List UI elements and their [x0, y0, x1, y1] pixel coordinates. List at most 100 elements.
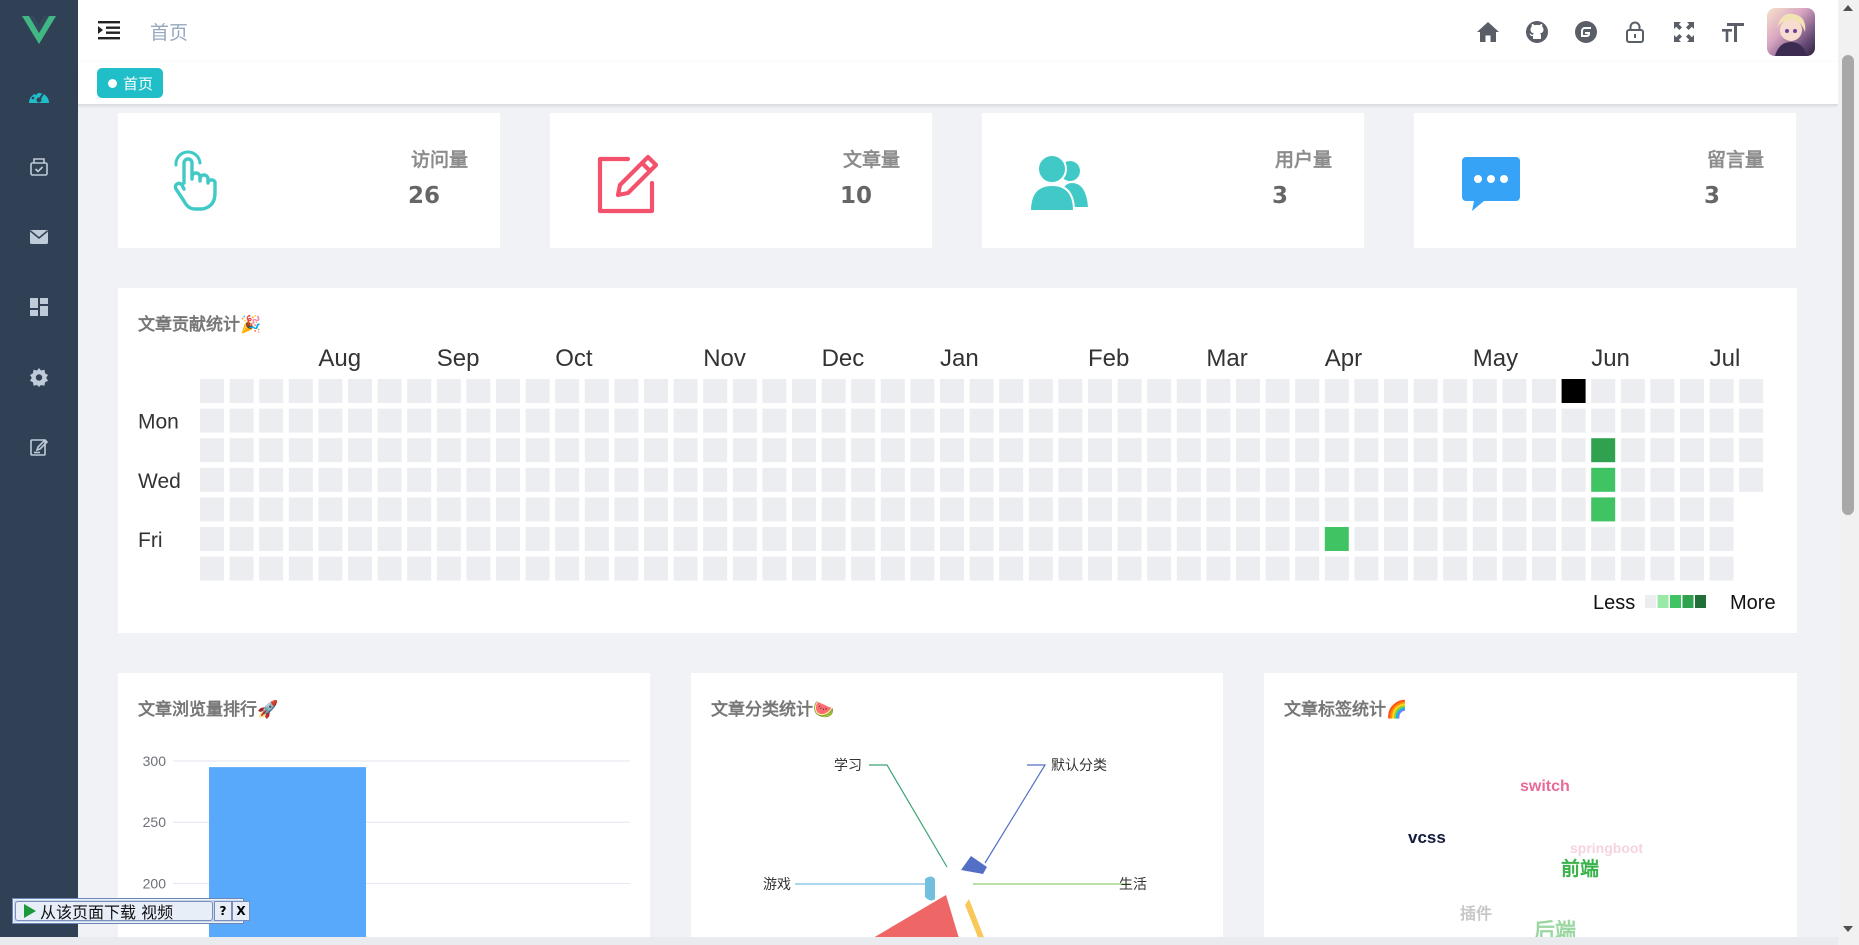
heatmap-cell[interactable] — [1265, 438, 1290, 463]
heatmap-cell[interactable] — [762, 467, 787, 492]
heatmap-cell[interactable] — [377, 379, 402, 403]
heatmap-cell[interactable] — [1384, 556, 1408, 581]
heatmap-cell[interactable] — [525, 556, 550, 581]
heatmap-cell[interactable] — [732, 556, 757, 581]
heatmap-cell[interactable] — [1739, 438, 1764, 463]
heatmap-cell[interactable] — [525, 408, 550, 433]
heatmap-cell[interactable] — [1561, 497, 1586, 522]
heatmap-cell[interactable] — [1472, 438, 1497, 463]
heatmap-cell[interactable] — [496, 497, 520, 522]
heatmap-cell[interactable] — [318, 527, 343, 551]
heatmap-cell[interactable] — [200, 527, 224, 551]
heatmap-cell[interactable] — [1620, 467, 1645, 492]
heatmap-cell[interactable] — [1236, 556, 1260, 581]
heatmap-cell[interactable] — [1413, 408, 1438, 433]
heatmap-cell[interactable] — [1354, 467, 1379, 492]
heatmap-cell[interactable] — [1502, 379, 1527, 403]
heatmap-cell[interactable] — [732, 527, 757, 551]
lock-icon[interactable] — [1621, 18, 1649, 46]
heatmap-cell[interactable] — [200, 408, 224, 433]
dashboard-icon[interactable] — [24, 82, 54, 112]
heatmap-cell[interactable] — [969, 408, 994, 433]
heatmap-cell[interactable] — [940, 379, 964, 403]
heatmap-cell[interactable] — [1295, 408, 1320, 433]
vue-logo-icon[interactable] — [22, 16, 56, 44]
heatmap-cell[interactable] — [1295, 497, 1320, 522]
heatmap-cell[interactable] — [762, 556, 787, 581]
heatmap-cell[interactable] — [1443, 527, 1468, 551]
heatmap-cell[interactable] — [1561, 467, 1586, 492]
scroll-up-icon[interactable] — [1843, 5, 1853, 11]
heatmap-cell[interactable] — [880, 408, 905, 433]
heatmap-cell[interactable] — [614, 467, 639, 492]
heatmap-cell[interactable] — [1591, 379, 1616, 403]
heatmap-cell[interactable] — [584, 527, 609, 551]
heatmap-cell[interactable] — [288, 556, 313, 581]
heatmap-cell[interactable] — [348, 556, 372, 581]
heatmap-cell[interactable] — [969, 556, 994, 581]
heatmap-cell[interactable] — [1502, 438, 1527, 463]
heatmap-cell[interactable] — [673, 379, 698, 403]
heatmap-cell[interactable] — [880, 497, 905, 522]
heatmap-cell[interactable] — [614, 556, 639, 581]
heatmap-cell[interactable] — [703, 408, 728, 433]
heatmap-cell[interactable] — [348, 379, 372, 403]
heatmap-cell[interactable] — [466, 408, 491, 433]
heatmap-cell[interactable] — [525, 438, 550, 463]
heatmap-cell[interactable] — [496, 556, 520, 581]
heatmap-cell[interactable] — [525, 379, 550, 403]
heatmap-cell[interactable] — [496, 408, 520, 433]
heatmap-cell[interactable] — [999, 379, 1024, 403]
heatmap-cell[interactable] — [555, 408, 580, 433]
heatmap-cell[interactable] — [1413, 556, 1438, 581]
heatmap-cell[interactable] — [1561, 379, 1586, 403]
heatmap-cell[interactable] — [644, 408, 668, 433]
heatmap-cell[interactable] — [200, 438, 224, 463]
heatmap-cell[interactable] — [1295, 467, 1320, 492]
heatmap-cell[interactable] — [288, 467, 313, 492]
heatmap-cell[interactable] — [466, 438, 491, 463]
heatmap-cell[interactable] — [1413, 438, 1438, 463]
heatmap-cell[interactable] — [259, 438, 284, 463]
heatmap-cell[interactable] — [555, 556, 580, 581]
heatmap-cell[interactable] — [1472, 556, 1497, 581]
heatmap-cell[interactable] — [1620, 379, 1645, 403]
heatmap-cell[interactable] — [940, 497, 964, 522]
heatmap-cell[interactable] — [1058, 467, 1083, 492]
heatmap-cell[interactable] — [1147, 556, 1172, 581]
heatmap-cell[interactable] — [259, 556, 284, 581]
heatmap-cell[interactable] — [1206, 438, 1231, 463]
heatmap-cell[interactable] — [555, 438, 580, 463]
heatmap-cell[interactable] — [466, 379, 491, 403]
heatmap-cell[interactable] — [1561, 527, 1586, 551]
heatmap-cell[interactable] — [1147, 379, 1172, 403]
heatmap-cell[interactable] — [940, 467, 964, 492]
heatmap-cell[interactable] — [1502, 556, 1527, 581]
hamburger-icon[interactable] — [98, 20, 120, 40]
mail-icon[interactable] — [24, 222, 54, 252]
heatmap-cell[interactable] — [318, 497, 343, 522]
heatmap-cell[interactable] — [1206, 497, 1231, 522]
heatmap-cell[interactable] — [1739, 408, 1764, 433]
heatmap-cell[interactable] — [1324, 497, 1349, 522]
heatmap-cell[interactable] — [1058, 438, 1083, 463]
heatmap-cell[interactable] — [910, 556, 935, 581]
heatmap-cell[interactable] — [1176, 497, 1201, 522]
heatmap-cell[interactable] — [1680, 379, 1704, 403]
heatmap-cell[interactable] — [1295, 379, 1320, 403]
heatmap-cell[interactable] — [200, 556, 224, 581]
heatmap-cell[interactable] — [1058, 497, 1083, 522]
heatmap-cell[interactable] — [1354, 438, 1379, 463]
heatmap-cell[interactable] — [1354, 527, 1379, 551]
heatmap-cell[interactable] — [1709, 379, 1734, 403]
heatmap-cell[interactable] — [703, 379, 728, 403]
heatmap-cell[interactable] — [1324, 408, 1349, 433]
heatmap-cell[interactable] — [1088, 497, 1112, 522]
heatmap-cell[interactable] — [940, 527, 964, 551]
heatmap-cell[interactable] — [1324, 379, 1349, 403]
heatmap-cell[interactable] — [1147, 497, 1172, 522]
heatmap-cell[interactable] — [200, 497, 224, 522]
heatmap-cell[interactable] — [644, 379, 668, 403]
heatmap-cell[interactable] — [555, 379, 580, 403]
heatmap-cell[interactable] — [1147, 408, 1172, 433]
